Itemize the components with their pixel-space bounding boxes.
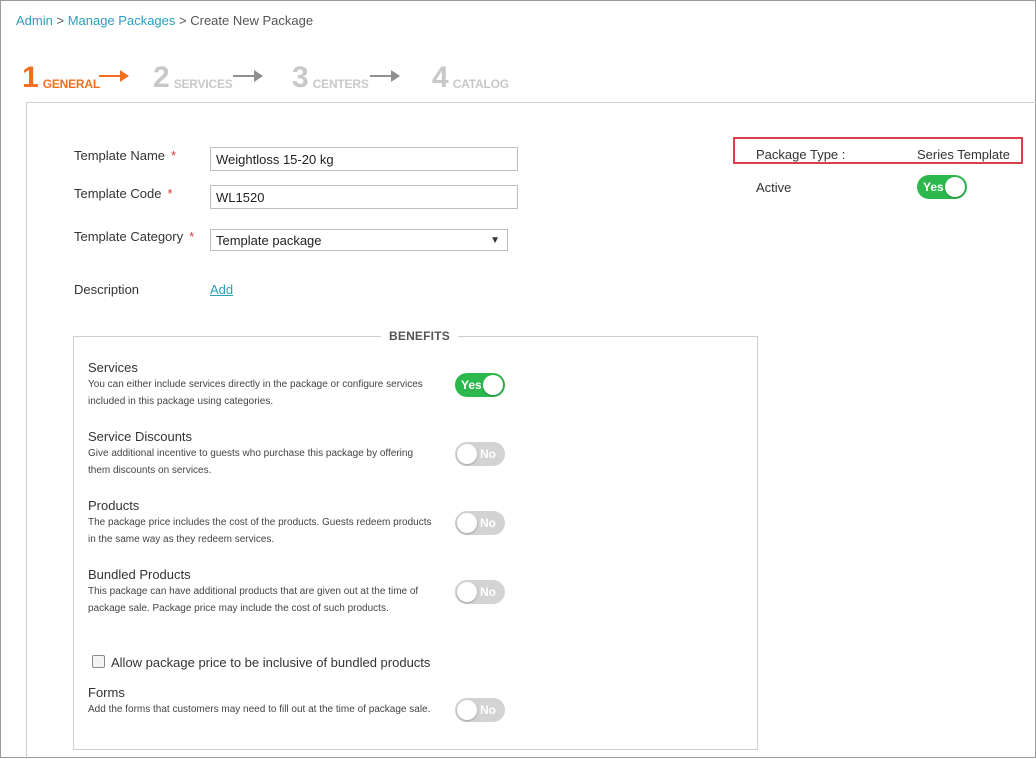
toggle-text: Yes: [923, 180, 944, 194]
products-description: The package price includes the cost of t…: [88, 517, 432, 545]
forms-title: Forms: [88, 685, 125, 700]
step-label: SERVICES: [173, 77, 233, 91]
package-type-value: Series Template: [917, 147, 1010, 162]
step-centers[interactable]: 3 CENTERS: [292, 62, 369, 94]
services-toggle[interactable]: Yes: [455, 373, 505, 397]
forms-toggle[interactable]: No: [455, 698, 505, 722]
required-mark: *: [189, 229, 195, 244]
breadcrumb-current: Create New Package: [190, 13, 314, 28]
toggle-knob: [457, 513, 477, 533]
active-toggle[interactable]: Yes: [917, 175, 967, 199]
arrow-right-icon: [99, 70, 129, 82]
breadcrumb-manage-packages-link[interactable]: Manage Packages: [68, 13, 176, 28]
forms-description: Add the forms that customers may need to…: [88, 704, 431, 715]
template-code-label: Template Code *: [74, 186, 173, 201]
step-services[interactable]: 2 SERVICES: [153, 62, 233, 94]
service-discounts-toggle[interactable]: No: [455, 442, 505, 466]
step-number: 2: [153, 61, 170, 94]
products-toggle[interactable]: No: [455, 511, 505, 535]
template-category-label: Template Category *: [74, 229, 195, 244]
step-label: CATALOG: [452, 77, 509, 91]
arrow-right-icon: [233, 70, 263, 82]
template-name-input[interactable]: Weightloss 15-20 kg: [210, 147, 518, 171]
services-title: Services: [88, 360, 138, 375]
required-mark: *: [167, 186, 173, 201]
step-number: 1: [22, 61, 39, 94]
active-label: Active: [756, 180, 792, 195]
bundled-price-checkbox-label: Allow package price to be inclusive of b…: [111, 655, 431, 670]
products-title: Products: [88, 498, 140, 513]
bundled-price-checkbox[interactable]: [92, 655, 105, 668]
description-add-link[interactable]: Add: [210, 282, 233, 297]
toggle-knob: [457, 700, 477, 720]
toggle-text: No: [480, 447, 496, 461]
toggle-text: No: [480, 703, 496, 717]
breadcrumb-separator: >: [179, 13, 187, 28]
bundled-products-toggle[interactable]: No: [455, 580, 505, 604]
bundled-products-title: Bundled Products: [88, 567, 191, 582]
toggle-knob: [483, 375, 503, 395]
step-number: 4: [432, 61, 449, 94]
toggle-knob: [945, 177, 965, 197]
template-name-label: Template Name *: [74, 148, 177, 163]
caret-down-icon: ▼: [490, 235, 500, 246]
description-label: Description: [74, 282, 140, 297]
bundled-products-description: This package can have additional product…: [88, 586, 419, 614]
package-type-label: Package Type :: [756, 147, 846, 162]
toggle-text: No: [480, 585, 496, 599]
service-discounts-description: Give additional incentive to guests who …: [88, 448, 414, 476]
bundled-price-checkbox-row: Allow package price to be inclusive of b…: [92, 655, 430, 670]
template-code-input[interactable]: WL1520: [210, 185, 518, 209]
template-category-value: Template package: [216, 233, 322, 248]
toggle-text: No: [480, 516, 496, 530]
toggle-knob: [457, 582, 477, 602]
required-mark: *: [171, 148, 177, 163]
step-general[interactable]: 1 GENERAL: [22, 62, 100, 94]
toggle-text: Yes: [461, 378, 482, 392]
step-catalog[interactable]: 4 CATALOG: [432, 62, 509, 94]
step-label: CENTERS: [312, 77, 369, 91]
breadcrumb-separator: >: [56, 13, 65, 28]
breadcrumb: Admin > Manage Packages > Create New Pac…: [16, 13, 313, 28]
breadcrumb-admin-link[interactable]: Admin: [16, 13, 53, 28]
template-category-select[interactable]: Template package ▼: [210, 229, 508, 251]
service-discounts-title: Service Discounts: [88, 429, 193, 444]
arrow-right-icon: [370, 70, 400, 82]
toggle-knob: [457, 444, 477, 464]
services-description: You can either include services directly…: [88, 379, 423, 407]
benefits-section: BENEFITS Services You can either include…: [73, 329, 758, 750]
step-label: GENERAL: [42, 77, 100, 91]
step-number: 3: [292, 61, 309, 94]
benefits-title: BENEFITS: [381, 329, 458, 343]
